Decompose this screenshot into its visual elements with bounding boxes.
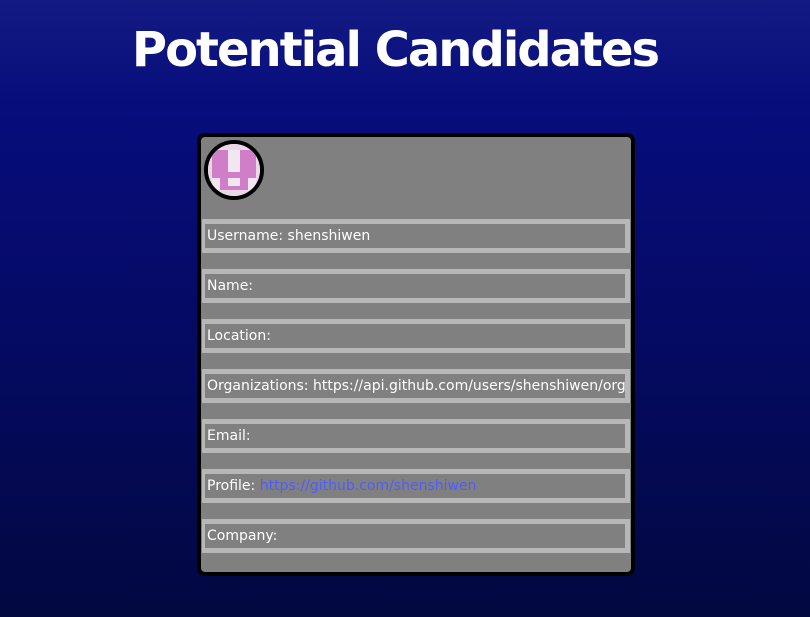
avatar: [204, 140, 264, 200]
page-title: Potential Candidates: [131, 22, 660, 78]
company-label: Company:: [207, 528, 278, 544]
profile-field: Profile: https://github.com/shenshiwen: [205, 474, 625, 498]
location-label: Location:: [207, 328, 271, 344]
identicon-avatar-icon: [208, 144, 260, 196]
name-row: Name:: [202, 269, 630, 317]
email-label: Email:: [207, 428, 251, 444]
email-field: Email:: [205, 424, 625, 448]
organizations-value: https://api.github.com/users/shenshiwen/…: [312, 378, 625, 394]
company-field: Company:: [205, 524, 625, 548]
profile-row: Profile: https://github.com/shenshiwen: [202, 469, 630, 517]
organizations-field: Organizations: https://api.github.com/us…: [205, 374, 625, 398]
username-value: shenshiwen: [287, 228, 371, 244]
email-row: Email:: [202, 419, 630, 467]
username-label: Username:: [207, 228, 284, 244]
organizations-row: Organizations: https://api.github.com/us…: [202, 369, 630, 417]
organizations-label: Organizations:: [207, 378, 309, 394]
location-row: Location:: [202, 319, 630, 367]
candidate-card: Username: shenshiwen Name: Location: Org…: [197, 133, 635, 576]
username-field: Username: shenshiwen: [205, 224, 625, 248]
name-field: Name:: [205, 274, 625, 298]
profile-link[interactable]: https://github.com/shenshiwen: [260, 478, 477, 494]
candidate-fields: Username: shenshiwen Name: Location: Org…: [202, 219, 630, 569]
name-label: Name:: [207, 278, 254, 294]
company-row: Company:: [202, 519, 630, 567]
profile-label: Profile:: [207, 478, 256, 494]
username-row: Username: shenshiwen: [202, 219, 630, 267]
location-field: Location:: [205, 324, 625, 348]
